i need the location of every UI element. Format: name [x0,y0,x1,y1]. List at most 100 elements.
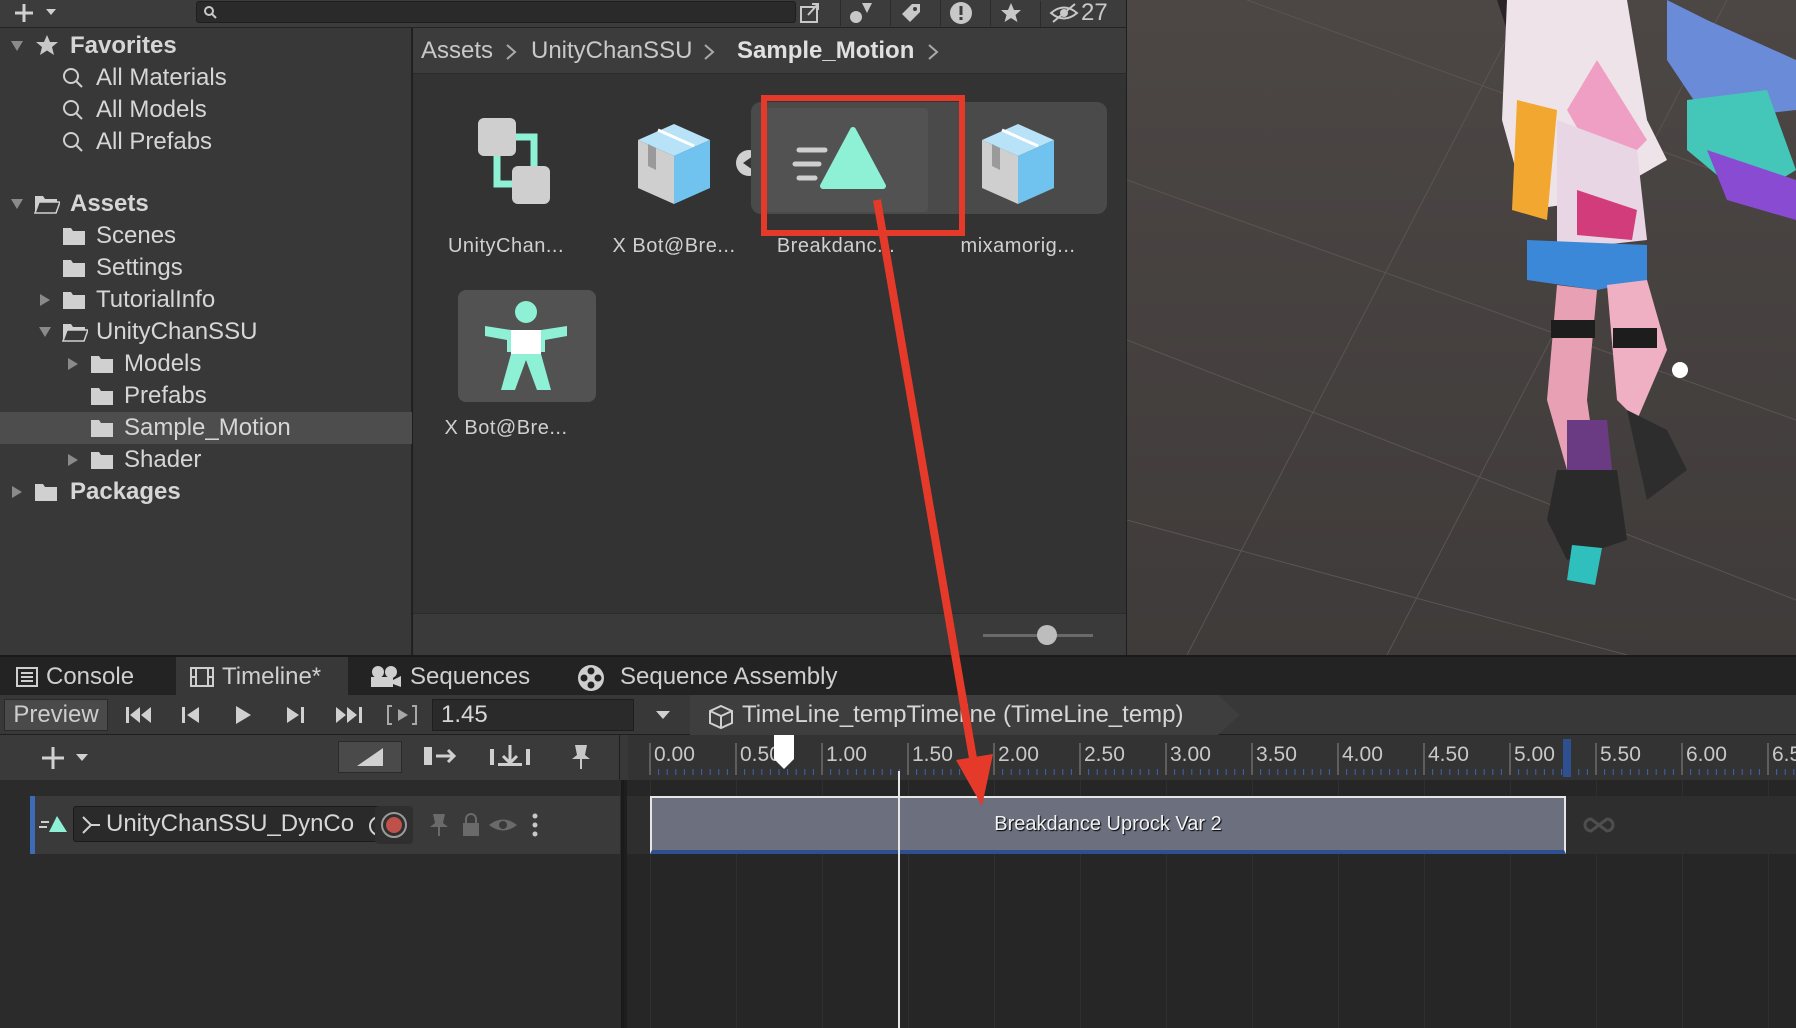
end-marker[interactable] [1563,739,1571,777]
highlight-box [761,95,965,236]
chevron-down-icon [656,711,670,719]
ruler-tick-label: 5.50 [1600,743,1641,766]
favorite-item-all-materials[interactable]: All Materials [0,62,412,94]
folder-shader[interactable]: Shader [0,444,412,476]
asset-xbot-model[interactable]: X Bot@Bre... [599,108,761,268]
play-button[interactable] [222,699,264,731]
tab-sequence-assembly[interactable]: Sequence Assembly [556,657,856,697]
add-track-button[interactable] [36,743,96,773]
chevron-right-icon [704,44,715,60]
search-icon [63,68,83,88]
animation-track-icon [39,816,67,832]
tab-label: Sequence Assembly [620,663,838,690]
current-time-field[interactable]: 1.45 [432,699,634,731]
tab-timeline[interactable]: Timeline* [176,657,348,697]
folder-models[interactable]: Models [0,348,412,380]
filter-by-importer-button[interactable] [940,0,980,26]
folder-tutorialinfo[interactable]: TutorialInfo [0,284,412,316]
star-icon [1000,3,1021,22]
ruler-tick-label: 4.00 [1342,743,1383,766]
icon-size-slider-handle[interactable] [1037,625,1057,645]
asset-xbot-avatar[interactable]: X Bot@Bre... [431,290,596,450]
favorite-label: All Models [96,96,207,123]
filter-by-label-button[interactable] [890,0,930,26]
chevron-right-icon [40,294,50,306]
film-reel-icon [578,665,604,691]
previous-frame-button[interactable] [170,699,212,731]
record-icon [381,812,407,838]
browser-footer [413,613,1126,655]
hidden-packages-toggle[interactable]: 27 [1040,0,1126,27]
folder-icon [63,260,85,277]
breadcrumb-assets[interactable]: Assets [421,37,493,65]
infinite-loop-icon [1583,817,1615,833]
window-icon [800,3,819,23]
folder-prefabs[interactable]: Prefabs [0,380,412,412]
clip-edit-mode-ripple[interactable] [410,741,474,773]
skip-to-start-icon [126,707,151,723]
project-toolbar: 27 [0,0,1126,28]
assets-row[interactable]: Assets [0,188,412,220]
favorites-row[interactable]: Favorites [0,30,412,62]
track-list: UnityChanSSU_DynCo [0,780,624,1028]
goto-start-button[interactable] [118,699,160,731]
folder-label: Scenes [96,222,177,249]
step-forward-icon [287,707,304,723]
playhead-handle[interactable] [772,733,796,773]
filter-by-type-button[interactable] [840,0,880,26]
record-button[interactable] [375,806,413,844]
folder-label: Settings [96,254,183,281]
ruler-tick-label: 0.00 [654,743,695,766]
assets-label: Assets [70,190,149,217]
alert-icon [949,2,972,24]
pin-icon[interactable] [427,812,451,838]
folder-icon [91,420,113,437]
folder-unitychanssu[interactable]: UnityChanSSU [0,316,412,348]
breadcrumb-sample-motion[interactable]: Sample_Motion [737,37,914,65]
folder-settings[interactable]: Settings [0,252,412,284]
scene-view[interactable] [1127,0,1796,655]
asset-mixamorig[interactable]: mixamorig... [943,108,1093,268]
create-dropdown-button[interactable] [10,0,62,26]
shapes-icon [849,3,872,23]
playhead-line [898,771,900,1028]
lock-icon[interactable] [459,812,483,838]
grid-line [1768,780,1769,1028]
more-options-icon[interactable] [529,812,541,838]
time-format-dropdown[interactable] [646,699,680,731]
favorites-filter-button[interactable] [990,0,1030,26]
track-binding-field[interactable]: UnityChanSSU_DynCo [73,806,395,842]
preview-button[interactable]: Preview [4,699,108,731]
play-range-button[interactable] [382,699,422,731]
breadcrumb-unitychanssu[interactable]: UnityChanSSU [531,37,692,65]
snap-button[interactable] [556,741,606,773]
play-icon [236,706,251,724]
folder-sample-motion[interactable]: Sample_Motion [0,412,412,444]
favorite-item-all-models[interactable]: All Models [0,94,412,126]
replace-mode-icon [490,745,530,766]
next-frame-button[interactable] [274,699,316,731]
time-ruler[interactable]: 0.00 0.50 1.00 1.50 2.00 2.50 3.00 3.50 4.00 4.50… [628,735,1796,780]
clip-edit-mode-replace[interactable] [480,741,544,773]
animation-clip[interactable]: Breakdance Uprock Var 2 [650,796,1566,854]
clip-edit-mode-mix[interactable] [338,741,402,773]
search-by-type-button[interactable] [790,0,830,26]
cube-icon [709,704,733,730]
tab-sequences[interactable]: Sequences [352,657,552,697]
asset-label: mixamorig... [960,235,1076,257]
search-input[interactable] [196,1,796,23]
folder-scenes[interactable]: Scenes [0,220,412,252]
animation-track-header[interactable]: UnityChanSSU_DynCo [30,796,620,854]
eye-icon[interactable] [487,814,519,836]
ripple-mode-icon [424,747,457,765]
packages-row[interactable]: Packages [0,476,412,508]
goto-end-button[interactable] [326,699,372,731]
folder-label: Shader [124,446,202,473]
ruler-tick-label: 1.50 [912,743,953,766]
tab-console[interactable]: Console [0,657,172,697]
chevron-down-icon [39,327,51,337]
favorite-item-all-prefabs[interactable]: All Prefabs [0,126,412,158]
folder-label: Prefabs [124,382,207,409]
asset-timeline[interactable]: UnityChan... [431,108,581,268]
eye-hidden-icon [1049,3,1079,23]
